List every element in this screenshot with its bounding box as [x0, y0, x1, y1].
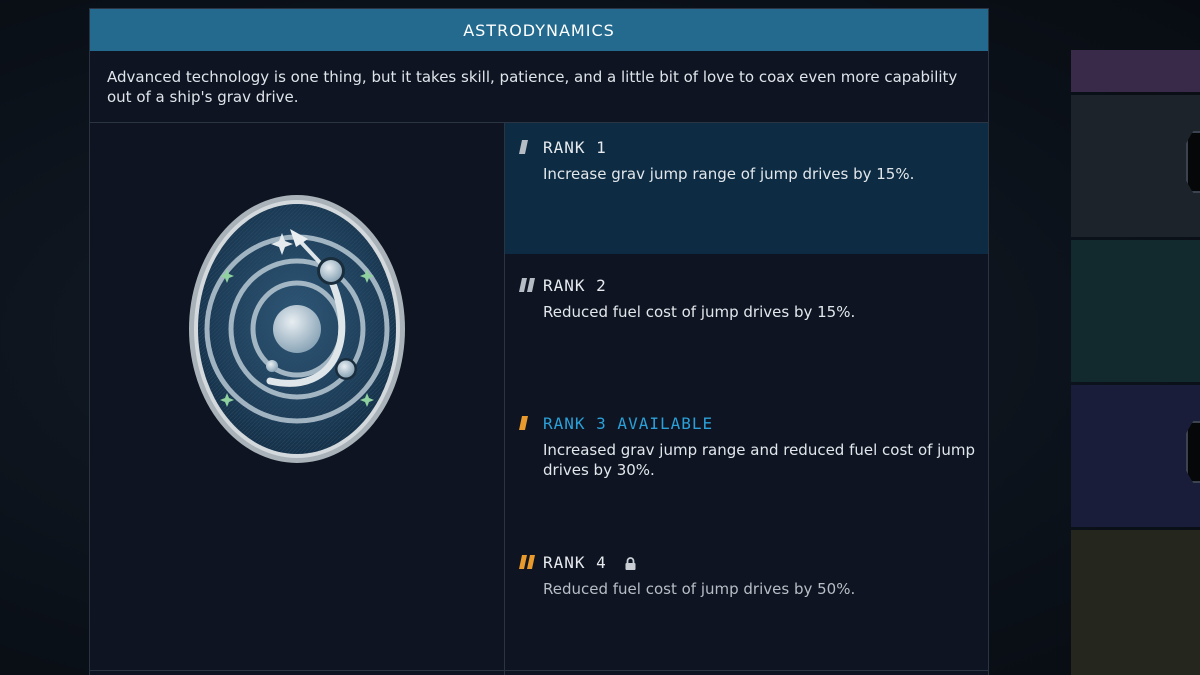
rank-3-title: RANK 3 AVAILABLE	[543, 414, 714, 433]
side-tab-5[interactable]	[1071, 530, 1200, 675]
rank-1-description: Increase grav jump range of jump drives …	[543, 165, 915, 183]
skill-panel: ASTRODYNAMICS Advanced technology is one…	[89, 8, 989, 675]
rank-4-marker-icon	[519, 555, 535, 569]
rank-1-row[interactable]: RANK 1 Increase grav jump range of jump …	[505, 123, 988, 254]
rank-1-title: RANK 1	[543, 138, 607, 157]
side-tab-notch-icon	[1186, 421, 1200, 483]
panel-bottom-divider	[90, 670, 988, 671]
side-tab-2[interactable]	[1071, 95, 1200, 237]
skill-body: RANK 1 Increase grav jump range of jump …	[90, 123, 988, 675]
lock-icon	[625, 557, 636, 570]
skill-badge-area	[90, 123, 505, 675]
rank-4-title-wrap: RANK 4	[543, 553, 636, 572]
rank-4-title: RANK 4	[543, 553, 607, 572]
side-tab-4[interactable]	[1071, 385, 1200, 527]
skill-title: ASTRODYNAMICS	[463, 20, 615, 40]
rank-3-description: Increased grav jump range and reduced fu…	[543, 441, 975, 479]
rank-4-row[interactable]: RANK 4 Reduced fuel cost of jump drives …	[505, 538, 988, 669]
skill-title-bar: ASTRODYNAMICS	[90, 9, 988, 51]
rank-list: RANK 1 Increase grav jump range of jump …	[505, 123, 988, 675]
rank-2-row[interactable]: RANK 2 Reduced fuel cost of jump drives …	[505, 261, 988, 392]
side-tab-3[interactable]	[1071, 240, 1200, 382]
rank-2-marker-icon	[519, 278, 535, 292]
rank-1-marker-icon	[519, 140, 528, 154]
rank-2-title: RANK 2	[543, 276, 607, 295]
side-tab-1[interactable]	[1071, 50, 1200, 92]
rank-3-row[interactable]: RANK 3 AVAILABLE Increased grav jump ran…	[505, 399, 988, 530]
rank-2-description: Reduced fuel cost of jump drives by 15%.	[543, 303, 856, 321]
skill-description: Advanced technology is one thing, but it…	[90, 51, 988, 123]
side-tab-notch-icon	[1186, 131, 1200, 193]
orbit-patch-icon	[189, 195, 405, 463]
rank-4-description: Reduced fuel cost of jump drives by 50%.	[543, 580, 856, 598]
rank-3-marker-icon	[519, 416, 528, 430]
